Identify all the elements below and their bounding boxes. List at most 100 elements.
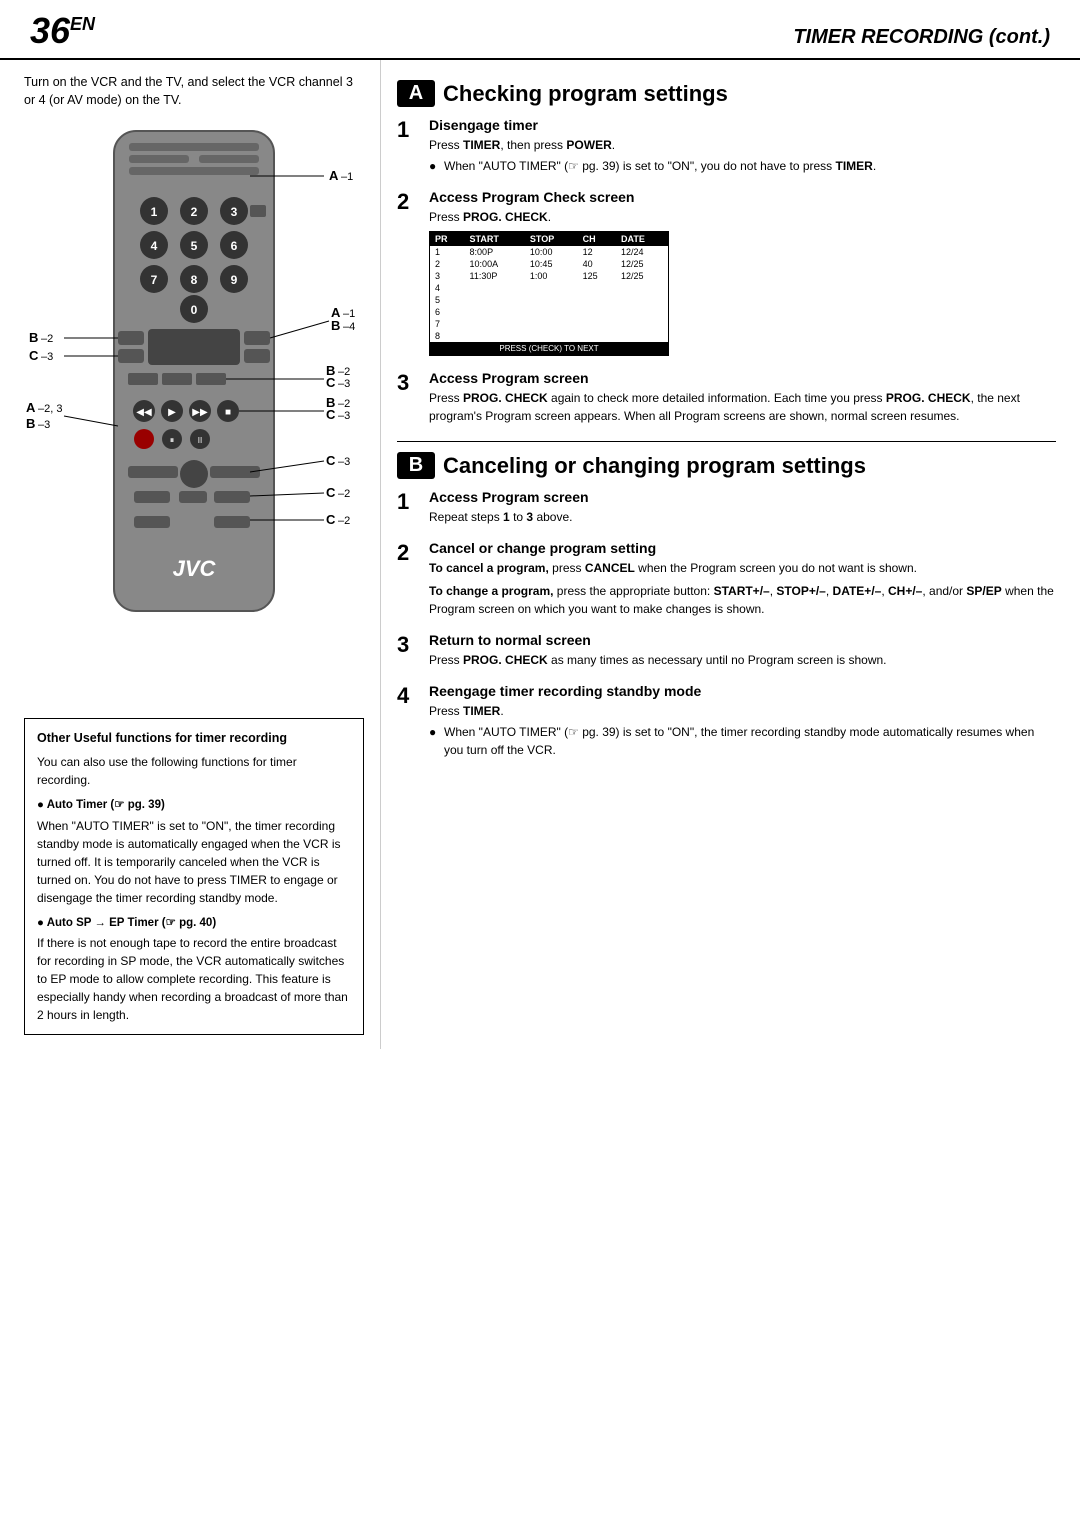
step-b2-num: 2 [397, 540, 419, 618]
section-b-header: B Canceling or changing program settings [397, 452, 1056, 479]
step-b3-text: Press PROG. CHECK as many times as neces… [429, 651, 1056, 669]
svg-text:4: 4 [151, 239, 158, 253]
col-stop: STOP [525, 232, 578, 246]
section-b-badge: B [397, 452, 435, 479]
step-b1-content: Access Program screen Repeat steps 1 to … [429, 489, 1056, 526]
step-b4-content: Reengage timer recording standby mode Pr… [429, 683, 1056, 759]
main-content: Turn on the VCR and the TV, and select t… [0, 60, 1080, 1049]
step-b3-num: 3 [397, 632, 419, 669]
step-b1-heading: Access Program screen [429, 489, 1056, 505]
step-b4-num: 4 [397, 683, 419, 759]
remote-illustration: 1 2 3 4 5 6 7 8 9 0 [24, 121, 364, 704]
prog-check-table: PR START STOP CH DATE 18:00P10:001212/24… [429, 231, 669, 356]
svg-text:A: A [26, 400, 36, 415]
col-start: START [465, 232, 525, 246]
svg-text:–3: –3 [338, 456, 350, 468]
info-box-intro: You can also use the following functions… [37, 753, 351, 789]
svg-text:C: C [326, 407, 336, 422]
svg-text:C: C [326, 375, 336, 390]
step-a3-content: Access Program screen Press PROG. CHECK … [429, 370, 1056, 425]
svg-text:1: 1 [151, 205, 158, 219]
svg-text:8: 8 [191, 273, 198, 287]
svg-text:6: 6 [231, 239, 238, 253]
svg-text:–2: –2 [338, 366, 350, 378]
svg-text:7: 7 [151, 273, 158, 287]
step-b4-text: Press TIMER. [429, 702, 1056, 720]
step-b1-text: Repeat steps 1 to 3 above. [429, 508, 1056, 526]
svg-text:–2: –2 [41, 333, 53, 345]
svg-text:⏸: ⏸ [170, 435, 175, 445]
svg-text:B: B [26, 416, 35, 431]
remote-svg: 1 2 3 4 5 6 7 8 9 0 [24, 121, 364, 701]
svg-text:9: 9 [231, 273, 238, 287]
step-a1-text1: Press TIMER, then press POWER. [429, 136, 1056, 154]
step-a1-num: 1 [397, 117, 419, 175]
step-b3-heading: Return to normal screen [429, 632, 1056, 648]
svg-text:0: 0 [191, 303, 198, 317]
svg-text:–2: –2 [338, 515, 350, 527]
table-row: 7 [430, 318, 668, 330]
table-row: 8 [430, 330, 668, 342]
table-row: 311:30P1:0012512/25 [430, 270, 668, 282]
step-b2-heading: Cancel or change program setting [429, 540, 1056, 556]
section-a-header: A Checking program settings [397, 80, 1056, 107]
step-a1-heading: Disengage timer [429, 117, 1056, 133]
svg-text:–3: –3 [338, 378, 350, 390]
left-column: Turn on the VCR and the TV, and select t… [0, 60, 380, 1049]
svg-text:■: ■ [225, 407, 231, 418]
step-b4-heading: Reengage timer recording standby mode [429, 683, 1056, 699]
svg-text:▶: ▶ [168, 407, 176, 418]
section-b-title: Canceling or changing program settings [443, 453, 866, 479]
svg-text:C: C [326, 453, 336, 468]
svg-text:JVC: JVC [173, 556, 217, 581]
superscript: EN [70, 14, 95, 34]
info-box: Other Useful functions for timer recordi… [24, 718, 364, 1035]
col-date: DATE [616, 232, 668, 246]
step-b4-bullet: ● When "AUTO TIMER" (☞ pg. 39) is set to… [429, 723, 1056, 759]
step-b3-content: Return to normal screen Press PROG. CHEC… [429, 632, 1056, 669]
svg-text:–1: –1 [343, 308, 355, 320]
svg-text:A: A [329, 168, 339, 183]
table-row: 210:00A10:454012/25 [430, 258, 668, 270]
page-title: TIMER RECORDING (cont.) [793, 26, 1050, 49]
table-footer: PRESS (CHECK) TO NEXT [430, 342, 668, 355]
section-a-badge: A [397, 80, 435, 107]
step-b1: 1 Access Program screen Repeat steps 1 t… [397, 489, 1056, 526]
step-b2: 2 Cancel or change program setting To ca… [397, 540, 1056, 618]
table-row: 5 [430, 294, 668, 306]
svg-text:◀◀: ◀◀ [136, 407, 152, 418]
section-a-title: Checking program settings [443, 81, 728, 107]
step-a2-heading: Access Program Check screen [429, 189, 1056, 205]
svg-text:–4: –4 [343, 321, 355, 333]
svg-text:–2, 3: –2, 3 [38, 403, 62, 415]
step-a3-num: 3 [397, 370, 419, 425]
step-a1-bullet: ● When "AUTO TIMER" (☞ pg. 39) is set to… [429, 157, 1056, 175]
intro-text: Turn on the VCR and the TV, and select t… [24, 74, 364, 109]
auto-sp-label: ● Auto SP → EP Timer (☞ pg. 40) [37, 915, 351, 932]
svg-text:▶▶: ▶▶ [192, 407, 208, 418]
step-a3-heading: Access Program screen [429, 370, 1056, 386]
step-b3: 3 Return to normal screen Press PROG. CH… [397, 632, 1056, 669]
right-column: A Checking program settings 1 Disengage … [380, 60, 1080, 1049]
step-a3: 3 Access Program screen Press PROG. CHEC… [397, 370, 1056, 425]
section-divider [397, 441, 1056, 442]
step-b4: 4 Reengage timer recording standby mode … [397, 683, 1056, 759]
step-b2-content: Cancel or change program setting To canc… [429, 540, 1056, 618]
svg-text:–3: –3 [38, 419, 50, 431]
info-box-title: Other Useful functions for timer recordi… [37, 729, 351, 747]
svg-text:–3: –3 [41, 351, 53, 363]
auto-timer-text: When "AUTO TIMER" is set to "ON", the ti… [37, 817, 351, 907]
step-b2-change: To change a program, press the appropria… [429, 582, 1056, 618]
svg-text:5: 5 [191, 239, 198, 253]
svg-text:B: B [331, 318, 340, 333]
table-row: 4 [430, 282, 668, 294]
svg-text:C: C [326, 485, 336, 500]
page-number: 36EN [30, 10, 95, 52]
auto-timer-label: ● Auto Timer (☞ pg. 39) [37, 797, 351, 814]
step-a2-content: Access Program Check screen Press PROG. … [429, 189, 1056, 356]
svg-text:II: II [198, 436, 202, 445]
svg-text:3: 3 [231, 205, 238, 219]
col-pr: PR [430, 232, 465, 246]
step-a2-text: Press PROG. CHECK. [429, 208, 1056, 226]
step-a1: 1 Disengage timer Press TIMER, then pres… [397, 117, 1056, 175]
